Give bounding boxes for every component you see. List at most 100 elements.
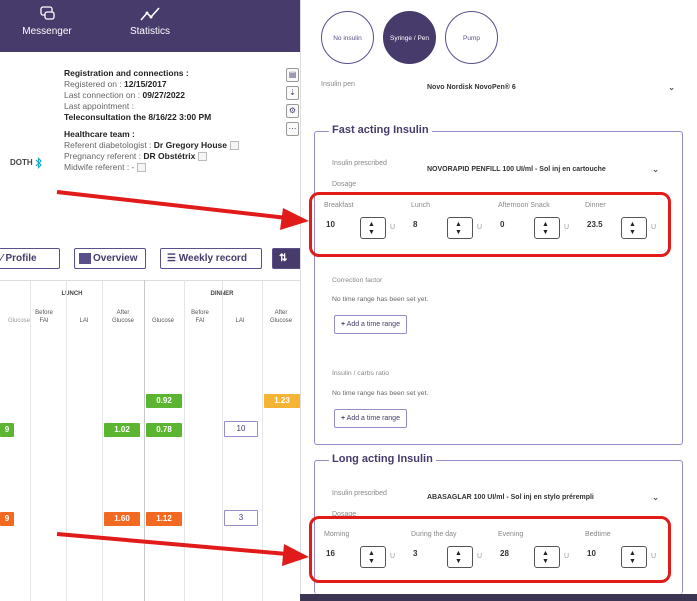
download-icon[interactable]: ⇣ xyxy=(286,86,299,100)
device-name: DOTH xyxy=(10,158,33,168)
before-header: Before xyxy=(191,310,209,316)
diabetologist-value: Dr Gregory House xyxy=(153,140,228,150)
edit-checkbox[interactable] xyxy=(137,163,147,173)
fast-acting-fieldset: Fast acting Insulin Insulin prescribed N… xyxy=(314,124,683,445)
lunch-header: LUNCH xyxy=(61,291,83,297)
document-icon[interactable]: ▤ xyxy=(286,68,299,82)
long-acting-legend: Long acting Insulin xyxy=(329,453,436,465)
highlight-box-long-dosage xyxy=(309,516,671,583)
fai-header: FAI xyxy=(195,318,205,324)
nav-statistics-label: Statistics xyxy=(129,26,170,37)
tab-overview-label: Overview xyxy=(93,253,138,264)
correction-empty-text: No time range has been set yet. xyxy=(332,296,429,303)
add-time-range-button[interactable]: + Add a time range xyxy=(334,315,407,334)
glucose-cell[interactable]: 0.92 xyxy=(146,394,182,408)
glucose-cell[interactable]: 1.60 xyxy=(104,512,140,526)
after-header: After xyxy=(116,310,130,316)
add-time-range-label: Add a time range xyxy=(346,321,400,328)
last-appointment-label: Last appointment : xyxy=(64,101,134,111)
pen-select[interactable]: Novo Nordisk NovoPen® 6 ⌄ xyxy=(419,78,681,98)
glucose-cell[interactable]: 1.02 xyxy=(104,423,140,437)
fai-header: FAI xyxy=(39,318,49,324)
tab-more[interactable]: ⇅ xyxy=(272,248,300,269)
gear-icon[interactable]: ⚙ xyxy=(286,104,299,118)
registration-block: Registration and connections : Registere… xyxy=(64,68,284,173)
midwife-value: - xyxy=(131,162,135,172)
side-action-icons: ▤ ⇣ ⚙ ⋯ xyxy=(286,68,300,140)
insulin-cell[interactable]: 3 xyxy=(224,510,258,526)
edit-checkbox[interactable] xyxy=(230,141,240,151)
profile-icon: ⁄ xyxy=(1,253,3,264)
pregnancy-value: DR Obstétrix xyxy=(143,151,196,161)
calendar-icon xyxy=(79,252,91,264)
tab-weekly-record[interactable]: ☰ Weekly record xyxy=(160,248,262,269)
fast-prescribed-label: Insulin prescribed xyxy=(332,160,387,167)
view-tabs: ⁄ Profile Overview ☰ Weekly record ⇅ xyxy=(0,248,300,270)
edit-checkbox[interactable] xyxy=(198,152,208,162)
grid-line xyxy=(30,280,31,601)
bottom-bar xyxy=(300,594,697,601)
correction-factor-label: Correction factor xyxy=(332,277,383,284)
long-prescribed-label: Insulin prescribed xyxy=(332,490,387,497)
glucose-cell[interactable]: 0.78 xyxy=(146,423,182,437)
registered-label: Registered on : xyxy=(64,79,122,89)
plus-icon: + xyxy=(341,415,346,422)
long-prescribed-select[interactable]: ABASAGLAR 100 UI/ml - Sol inj en stylo p… xyxy=(419,488,665,508)
last-connection-value: 09/27/2022 xyxy=(142,90,186,100)
chevron-down-icon: ⌄ xyxy=(668,83,675,92)
top-navigation: Messenger Statistics xyxy=(0,0,300,52)
glucose-cell[interactable]: 1.23 xyxy=(264,394,300,408)
mode-no-insulin[interactable]: No insulin xyxy=(321,11,374,64)
registration-title: Registration and connections : xyxy=(64,68,189,78)
nav-messenger-label: Messenger xyxy=(22,26,72,37)
glucose-header: Glucose xyxy=(151,318,174,324)
nav-messenger[interactable]: Messenger xyxy=(22,6,72,37)
pen-select-value: Novo Nordisk NovoPen® 6 xyxy=(427,84,516,91)
fast-dosage-label: Dosage xyxy=(332,181,357,188)
fast-prescribed-select[interactable]: NOVORAPID PENFILL 100 UI/ml - Sol inj en… xyxy=(419,160,665,180)
tab-profile-label: Profile xyxy=(5,253,37,264)
add-time-range-button[interactable]: + Add a time range xyxy=(334,409,407,428)
arrow-icon xyxy=(56,190,309,230)
glucose-cell[interactable]: 9 xyxy=(0,512,14,526)
midwife-label: Midwife referent : xyxy=(64,162,130,172)
plus-icon: + xyxy=(341,321,346,328)
bluetooth-icon xyxy=(35,157,42,169)
mode-syringe-pen[interactable]: Syringe / Pen xyxy=(383,11,436,64)
grid-top-border xyxy=(0,280,300,281)
lai-header: LAI xyxy=(235,318,245,324)
diabetologist-label: Referent diabetologist : xyxy=(64,140,152,150)
team-title: Healthcare team : xyxy=(64,129,135,139)
tab-weekly-label: Weekly record xyxy=(178,253,247,264)
long-prescribed-value: ABASAGLAR 100 UI/ml - Sol inj en stylo p… xyxy=(427,494,594,501)
fast-prescribed-value: NOVORAPID PENFILL 100 UI/ml - Sol inj en… xyxy=(427,166,606,173)
glucose-header: Glucose xyxy=(269,318,292,324)
chevron-down-icon: ⌄ xyxy=(652,493,659,502)
before-header: Before xyxy=(35,310,53,316)
ratio-empty-text: No time range has been set yet. xyxy=(332,390,429,397)
more-icon[interactable]: ⋯ xyxy=(286,122,299,136)
tab-profile[interactable]: ⁄ Profile xyxy=(0,248,60,269)
add-time-range-label: Add a time range xyxy=(346,415,400,422)
patient-dashboard-panel: Messenger Statistics Registration and co… xyxy=(0,0,300,601)
nav-statistics[interactable]: Statistics xyxy=(125,6,175,37)
chevron-down-icon: ⌄ xyxy=(652,165,659,174)
last-appointment-value: Teleconsultation the 8/16/22 3:00 PM xyxy=(64,112,212,122)
glucose-header: Glucose xyxy=(111,318,134,324)
insulin-settings-panel: No insulin Syringe / Pen Pump Insulin pe… xyxy=(300,0,697,601)
chat-bubbles-icon xyxy=(40,6,55,20)
pen-label: Insulin pen xyxy=(321,81,355,88)
insulin-cell[interactable]: 10 xyxy=(224,421,258,437)
last-connection-label: Last connection on : xyxy=(64,90,141,100)
glucose-header: Glucose xyxy=(8,318,31,324)
highlight-box-fast-dosage xyxy=(309,192,671,257)
fast-acting-legend: Fast acting Insulin xyxy=(329,124,432,136)
insulin-carbs-ratio-label: Insulin / carbs ratio xyxy=(332,370,390,377)
device-label: DOTH xyxy=(10,157,43,169)
tab-overview[interactable]: Overview xyxy=(74,248,146,269)
glucose-cell[interactable]: 1.12 xyxy=(146,512,182,526)
glucose-cell[interactable]: 9 xyxy=(0,423,14,437)
pregnancy-label: Pregnancy referent : xyxy=(64,151,142,161)
line-chart-icon xyxy=(140,7,160,21)
mode-pump[interactable]: Pump xyxy=(445,11,498,64)
